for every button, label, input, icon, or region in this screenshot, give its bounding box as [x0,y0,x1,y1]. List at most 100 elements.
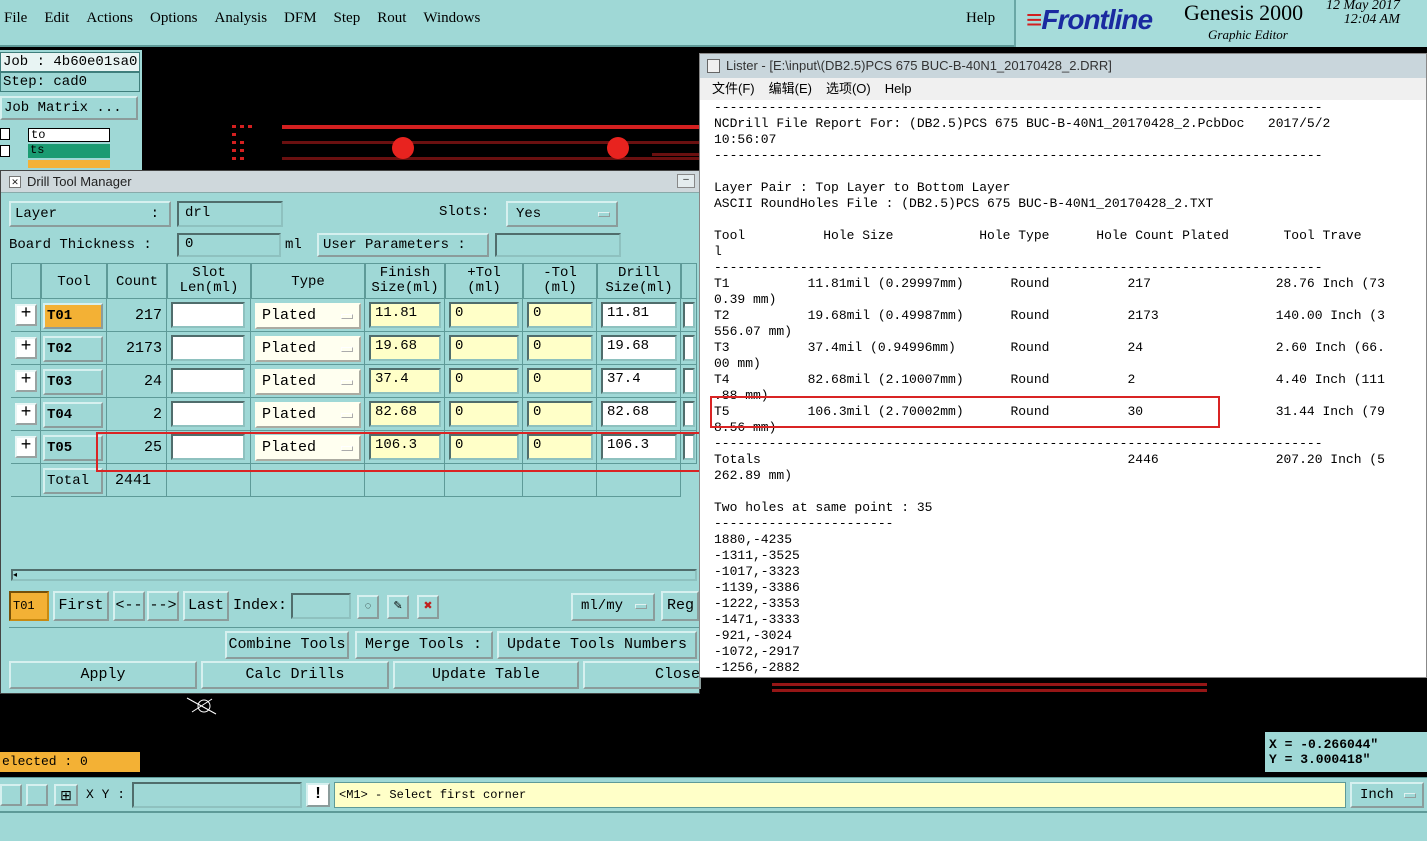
plus-icon[interactable]: + [15,403,37,425]
lister-menu-options[interactable]: 选项(O) [826,78,871,100]
layer-field[interactable]: drl [177,201,283,227]
zoom-icon[interactable] [0,784,22,806]
report-line: -1222,-3353 [714,596,800,611]
scroll-left-icon[interactable]: ◂ [13,571,23,579]
type-select[interactable]: Plated [255,369,361,395]
units-inch-select[interactable]: Inch [1350,782,1424,808]
plus-icon[interactable]: + [15,370,37,392]
drill-size-input[interactable]: 19.68 [601,335,677,361]
menu-step[interactable]: Step [334,10,361,27]
first-button[interactable]: First [53,591,109,621]
finish-size-input[interactable]: 82.68 [369,401,441,427]
update-table-button[interactable]: Update Table [393,661,579,689]
index-input[interactable] [291,593,351,619]
units-value: ml/my [581,598,624,614]
plus-tol-input[interactable]: 0 [449,335,519,361]
report-line: 0.39 mm) [714,292,777,307]
menu-dfm[interactable]: DFM [284,10,317,27]
slot-len-input[interactable] [171,401,245,427]
finish-size-input[interactable]: 19.68 [369,335,441,361]
menu-file[interactable]: File [4,10,27,27]
menu-windows[interactable]: Windows [423,10,480,27]
prev-button[interactable]: <-- [113,591,145,621]
drill-size-input[interactable]: 82.68 [601,401,677,427]
more-input[interactable] [683,368,695,394]
job-matrix-button[interactable]: Job Matrix ... [0,96,138,120]
combine-tools-button[interactable]: Combine Tools [225,631,349,659]
plus-icon[interactable]: + [15,304,37,326]
tool-button[interactable]: T03 [43,369,103,395]
measure-icon[interactable] [26,784,48,806]
grid-icon[interactable]: ⊞ [54,784,78,806]
slot-len-input[interactable] [171,302,245,328]
plus-icon[interactable]: + [15,436,37,458]
menu-edit[interactable]: Edit [44,10,69,27]
finish-size-input[interactable]: 37.4 [369,368,441,394]
drill-size-input[interactable]: 37.4 [601,368,677,394]
update-tools-numbers-button[interactable]: Update Tools Numbers [497,631,697,659]
slots-select[interactable]: Yes [506,201,618,227]
type-select[interactable]: Plated [255,336,361,362]
last-button[interactable]: Last [183,591,229,621]
minimize-icon[interactable]: – [677,174,695,188]
menu-analysis[interactable]: Analysis [215,10,268,27]
minus-tol-input[interactable]: 0 [527,302,593,328]
alert-icon[interactable]: ! [306,783,330,807]
layer-checkbox[interactable] [0,128,10,140]
menu-options[interactable]: Options [150,10,198,27]
user-parameters-button[interactable]: User Parameters : [317,233,489,257]
count-cell: 24 [107,365,167,398]
plus-tol-input[interactable]: 0 [449,368,519,394]
tool-button[interactable]: T02 [43,336,103,362]
minus-tol-input[interactable]: 0 [527,401,593,427]
horizontal-scrollbar[interactable]: ◂ [11,569,697,581]
total-label: Total [43,468,103,494]
drill-cell: 19.68 [597,332,681,365]
menu-help[interactable]: Help [966,10,995,27]
type-select[interactable]: Plated [255,303,361,329]
close-button[interactable]: Close [583,661,701,689]
layer-row-ts[interactable]: ts [28,144,110,158]
tool-button[interactable]: T04 [43,402,103,428]
next-button[interactable]: --> [147,591,179,621]
more-input[interactable] [683,401,695,427]
delete-icon[interactable]: ✖ [417,595,439,619]
minus-tol-input[interactable]: 0 [527,368,593,394]
slot-len-input[interactable] [171,368,245,394]
finish-size-input[interactable]: 11.81 [369,302,441,328]
menu-actions[interactable]: Actions [86,10,133,27]
lightbulb-icon[interactable]: ◌ [357,595,379,619]
tool-button[interactable]: T05 [43,435,103,461]
dropdown-icon [1404,793,1416,798]
drill-size-input[interactable]: 11.81 [601,302,677,328]
xy-input[interactable] [132,782,302,808]
board-thickness-input[interactable]: 0 [177,233,281,257]
menu-rout[interactable]: Rout [377,10,406,27]
slot-len-input[interactable] [171,335,245,361]
drill-cell: 82.68 [597,398,681,431]
layer-checkbox[interactable] [0,145,10,157]
product-name: Genesis 2000 [1184,0,1304,25]
type-select[interactable]: Plated [255,402,361,428]
lister-menu-help[interactable]: Help [885,78,912,100]
units-select[interactable]: ml/my [571,593,655,621]
edit-icon[interactable]: ✎ [387,595,409,619]
lister-menu-file[interactable]: 文件(F) [712,78,755,100]
plus-tol-input[interactable]: 0 [449,302,519,328]
lister-menu-edit[interactable]: 编辑(E) [769,78,812,100]
tool-button[interactable]: T01 [43,303,103,329]
reg-button[interactable]: Reg [661,591,699,621]
more-input[interactable] [683,335,695,361]
minus-tol-input[interactable]: 0 [527,335,593,361]
plus-icon[interactable]: + [15,337,37,359]
merge-tools-button[interactable]: Merge Tools : [355,631,493,659]
report-line: Totals 2446 207.20 Inch (5 [714,452,1385,467]
plus-tol-input[interactable]: 0 [449,401,519,427]
tool-count: 2173 [125,340,162,357]
layer-row-to[interactable]: to [28,128,110,142]
user-parameters-input[interactable] [495,233,621,257]
calc-drills-button[interactable]: Calc Drills [201,661,389,689]
more-input[interactable] [683,302,695,328]
apply-button[interactable]: Apply [9,661,197,689]
header-plus-tol: +Tol (ml) [445,263,523,299]
